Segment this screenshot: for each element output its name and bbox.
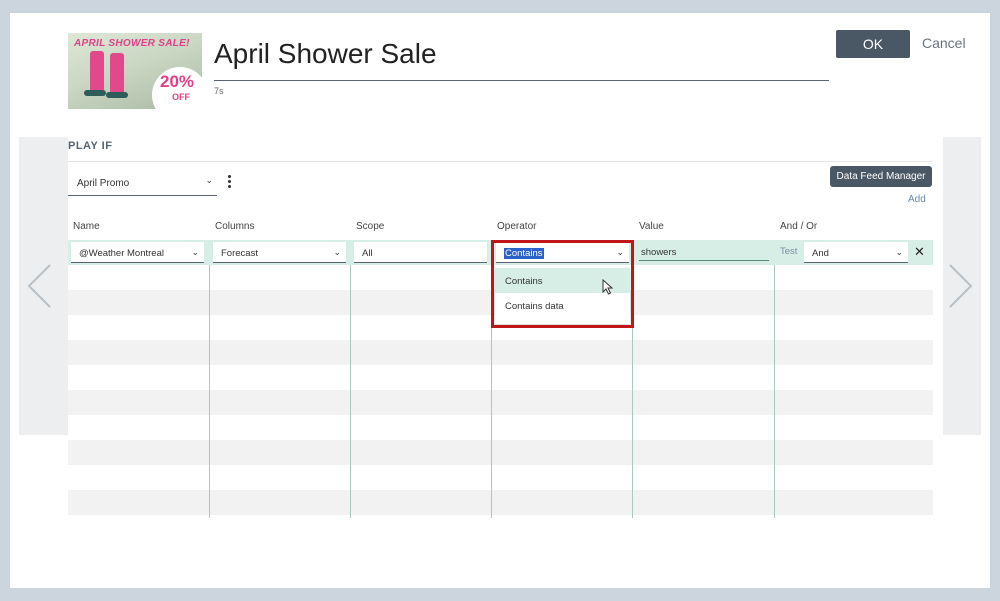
scope-input[interactable]: All [354, 242, 487, 263]
column-header-value: Value [639, 221, 664, 232]
duration-label: 7s [214, 86, 224, 96]
page-title: April Shower Sale [214, 38, 437, 69]
table-row [68, 340, 933, 365]
column-header-name: Name [73, 221, 100, 232]
chevron-down-icon: ⌄ [191, 247, 199, 257]
and-or-select[interactable]: And ⌄ [804, 242, 908, 263]
modal: APRIL SHOWER SALE! 20% OFF April Shower … [10, 13, 990, 588]
chevron-down-icon: ⌄ [333, 247, 341, 257]
column-header-columns: Columns [215, 221, 255, 232]
chevron-left-icon[interactable] [26, 263, 52, 309]
value-input[interactable]: showers [639, 243, 769, 261]
name-select-value: @Weather Montreal [79, 248, 164, 259]
thumbnail-off: OFF [172, 92, 190, 102]
thumbnail-sale-text: APRIL SHOWER SALE! [74, 38, 190, 49]
chevron-right-icon[interactable] [948, 263, 974, 309]
mouse-cursor-icon [602, 279, 614, 295]
add-link[interactable]: Add [908, 194, 926, 205]
sale-thumbnail: APRIL SHOWER SALE! 20% OFF [68, 33, 202, 109]
table-row [68, 390, 933, 415]
and-or-select-value: And [812, 248, 829, 259]
scope-value: All [362, 248, 373, 259]
column-divider [774, 240, 775, 518]
feed-select[interactable]: April Promo ⌄ [68, 170, 217, 196]
column-header-scope: Scope [356, 221, 385, 232]
name-select[interactable]: @Weather Montreal ⌄ [71, 242, 204, 263]
table-row [68, 440, 933, 465]
boot-graphic [110, 53, 124, 93]
boot-graphic [90, 51, 104, 91]
ok-button[interactable]: OK [836, 30, 910, 58]
test-link[interactable]: Test [780, 246, 797, 257]
close-icon[interactable]: ✕ [914, 244, 925, 260]
column-header-and-or: And / Or [780, 221, 818, 232]
cancel-button[interactable]: Cancel [922, 35, 966, 51]
column-divider [209, 240, 210, 518]
kebab-menu-icon[interactable] [226, 175, 232, 191]
chevron-down-icon: ⌄ [205, 175, 213, 185]
chevron-down-icon: ⌄ [895, 247, 903, 257]
column-header-operator: Operator [497, 221, 537, 232]
column-select[interactable]: Forecast ⌄ [213, 242, 346, 263]
boot-sole-graphic [106, 92, 128, 98]
column-divider [350, 240, 351, 518]
boot-sole-graphic [84, 90, 106, 96]
title-field[interactable]: April Shower Sale [214, 35, 829, 81]
value-input-value: showers [641, 247, 677, 258]
feed-select-value: April Promo [77, 178, 130, 189]
play-if-heading: PLAY IF [68, 140, 113, 152]
section-divider [68, 161, 932, 162]
column-select-value: Forecast [221, 248, 258, 259]
thumbnail-discount: 20% [160, 72, 195, 91]
table-row [68, 490, 933, 515]
data-feed-manager-button[interactable]: Data Feed Manager [830, 166, 932, 187]
